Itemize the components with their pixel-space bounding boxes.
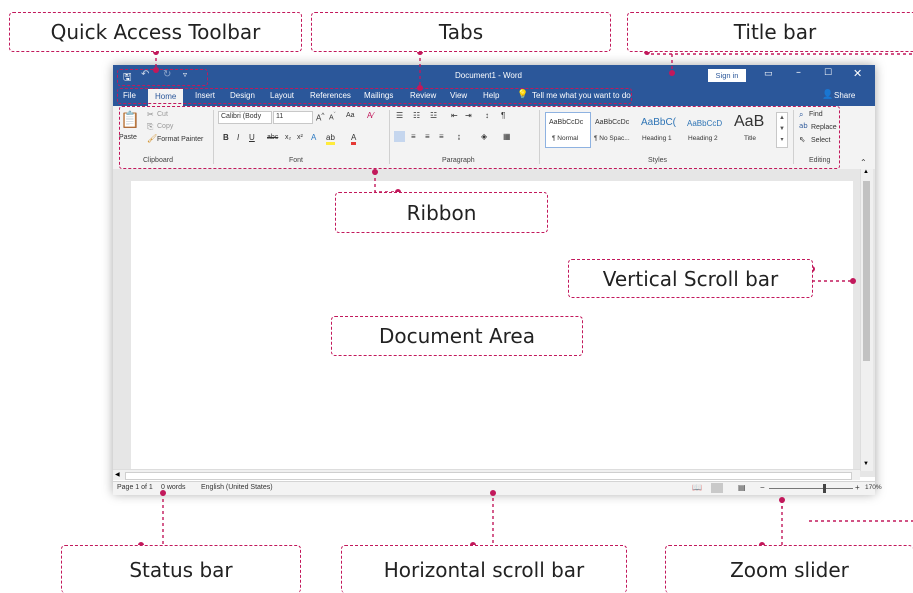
dot [160,490,166,496]
callout-title-bar: Title bar [627,12,913,52]
dot [779,497,785,503]
ribbon-highlight [119,106,840,169]
callout-horizontal-scroll-bar: Horizontal scroll bar [341,545,627,593]
callout-status-bar: Status bar [61,545,301,593]
callout-zoom-slider: Zoom slider [665,545,913,593]
dot [417,85,423,91]
callout-quick-access-toolbar: Quick Access Toolbar [9,12,302,52]
dot [490,490,496,496]
callout-tabs: Tabs [311,12,611,52]
dot [153,67,159,73]
dot [669,70,675,76]
callout-ribbon: Ribbon [335,192,548,233]
callout-document-area: Document Area [331,316,583,356]
dot [850,278,856,284]
dot [372,169,378,175]
callout-vertical-scroll-bar: Vertical Scroll bar [568,259,813,298]
tabs-highlight [117,88,632,104]
qat-highlight [117,69,208,86]
